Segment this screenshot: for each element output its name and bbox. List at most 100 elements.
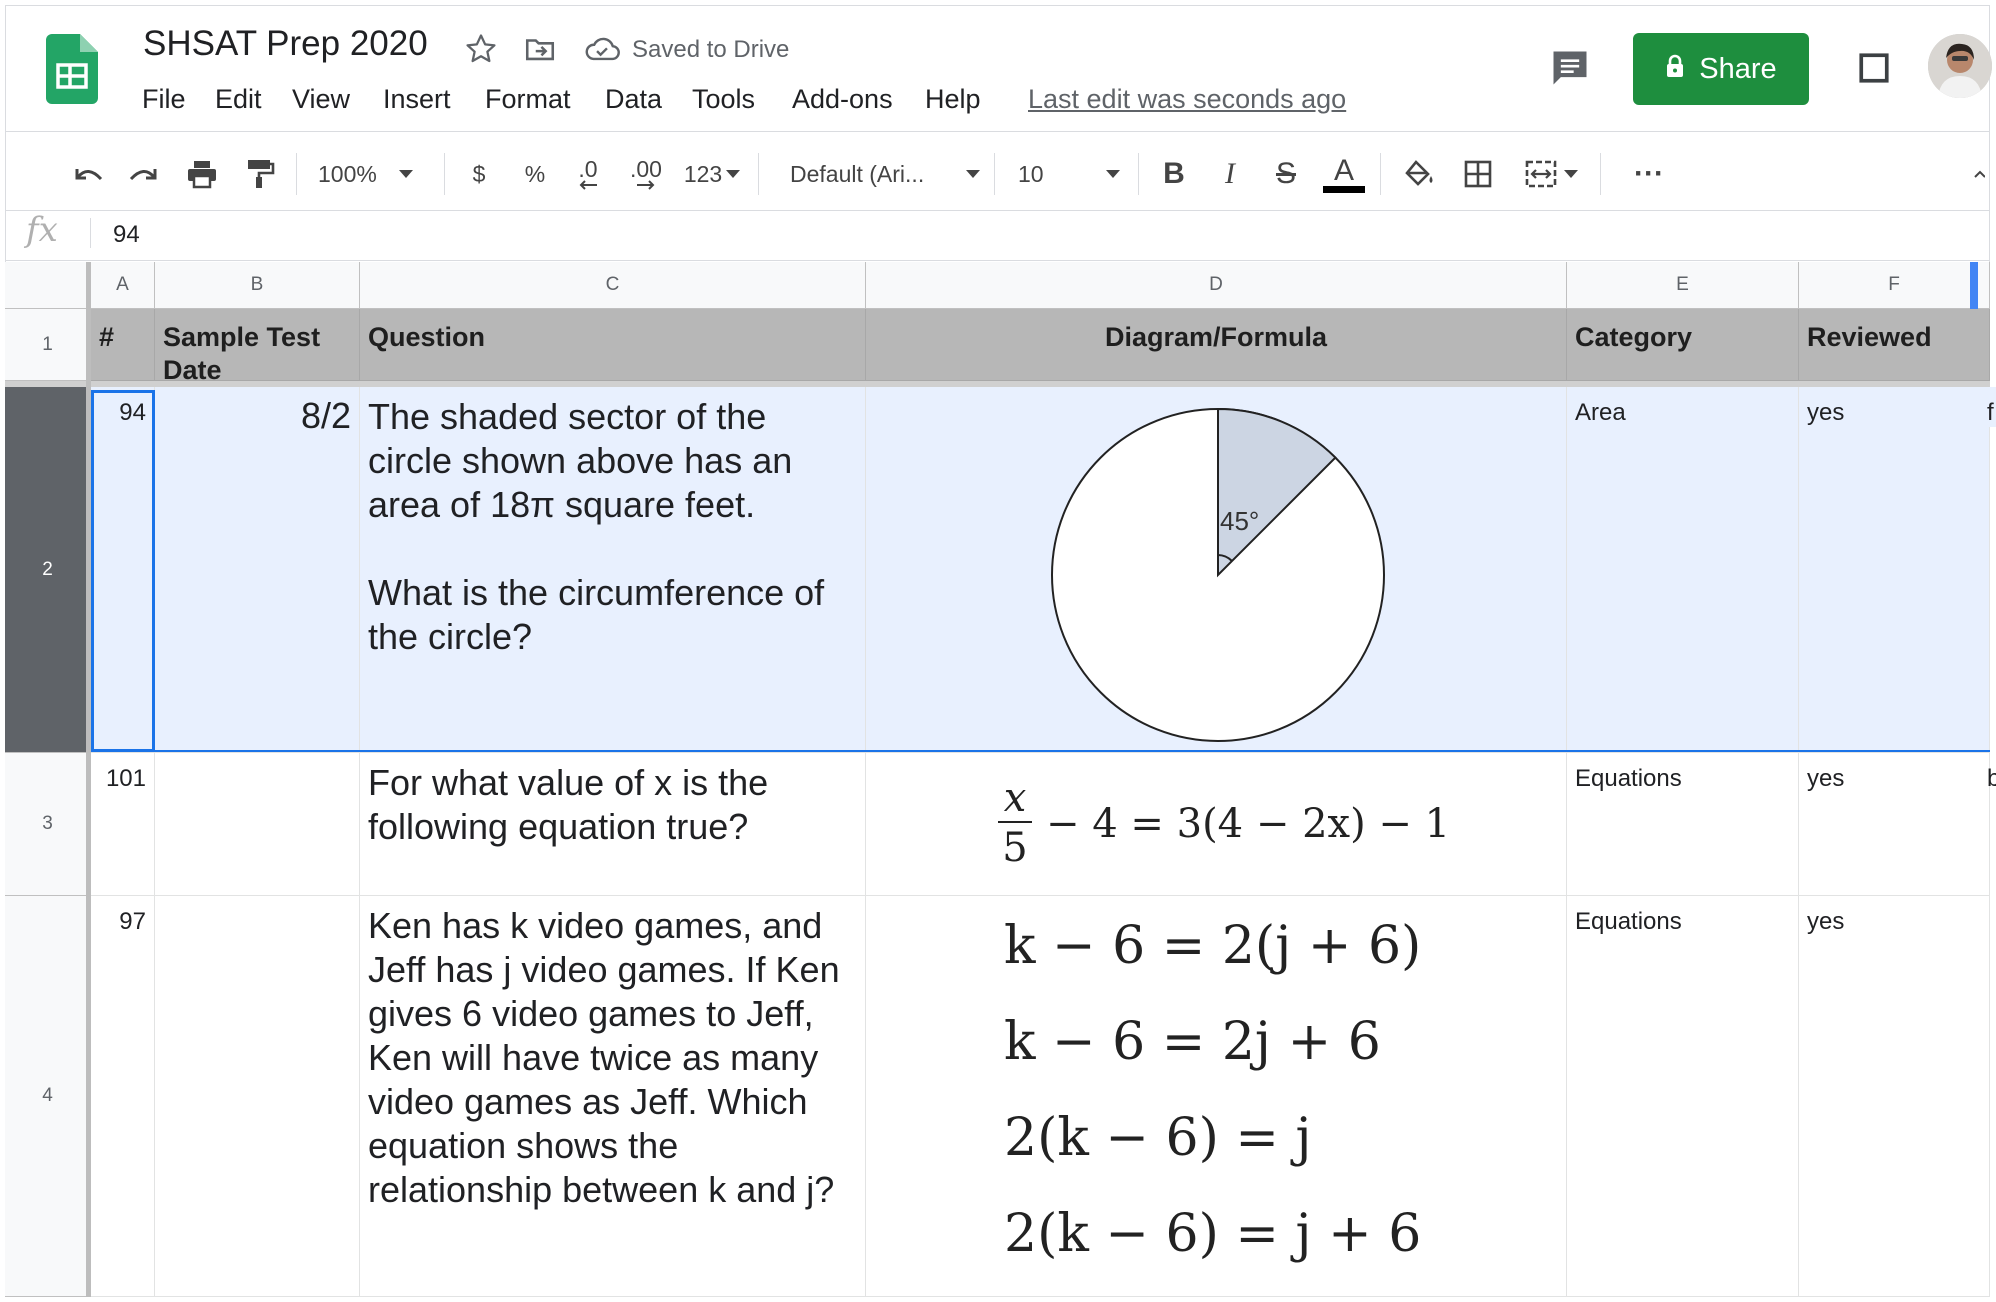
account-avatar[interactable] <box>1928 34 1992 98</box>
bold-button[interactable]: B <box>1154 150 1194 198</box>
cell-b1[interactable]: Sample Test Date <box>155 309 360 381</box>
cell-c1[interactable]: Question <box>360 309 866 381</box>
menu-addons[interactable]: Add-ons <box>792 84 893 115</box>
column-header-f[interactable]: F <box>1799 262 1990 309</box>
present-mode-icon[interactable] <box>1857 51 1891 85</box>
chevron-down-icon <box>966 170 980 178</box>
column-header-b[interactable]: B <box>155 262 360 309</box>
comment-history-icon[interactable] <box>1548 46 1592 90</box>
cell-f1[interactable]: Reviewed <box>1799 309 1990 381</box>
cell-b4[interactable] <box>155 896 360 1297</box>
menu-view[interactable]: View <box>292 84 350 115</box>
document-title[interactable]: SHSAT Prep 2020 <box>143 24 428 64</box>
zoom-select[interactable]: 100% <box>318 150 438 198</box>
cell-e1[interactable]: Category <box>1567 309 1799 381</box>
font-size-value: 10 <box>1018 160 1044 187</box>
cell-f4[interactable]: yes <box>1799 896 1990 1297</box>
cell-d1[interactable]: Diagram/Formula <box>866 309 1567 381</box>
column-header-d[interactable]: D <box>866 262 1567 309</box>
row-header-2[interactable]: 2 <box>5 387 91 753</box>
toolbar-divider <box>1380 153 1381 195</box>
italic-button[interactable]: I <box>1210 150 1250 198</box>
chevron-down-icon <box>1564 170 1578 178</box>
column-header-c[interactable]: C <box>360 262 866 309</box>
cell-b3[interactable] <box>155 753 360 896</box>
arrow-right-icon <box>635 180 657 190</box>
column-header-a[interactable]: A <box>91 262 155 309</box>
star-icon[interactable] <box>464 32 498 66</box>
selection-border <box>91 750 1990 752</box>
cell-f2[interactable]: yes <box>1799 387 1990 753</box>
cell-c3[interactable]: For what value of x is the following equ… <box>360 753 866 896</box>
font-size-select[interactable]: 10 <box>1018 150 1120 198</box>
fill-color-icon[interactable] <box>1398 150 1442 198</box>
row-header-1[interactable]: 1 <box>5 309 91 381</box>
merge-cells-icon <box>1524 159 1558 189</box>
borders-icon[interactable] <box>1456 150 1500 198</box>
format-currency-button[interactable]: $ <box>462 150 496 198</box>
cell-c2[interactable]: The shaded sector of the circle shown ab… <box>360 387 866 753</box>
formula-input[interactable]: 94 <box>113 221 140 249</box>
cell-g2-overflow[interactable]: f <box>1979 387 1996 427</box>
cell-d2[interactable]: 45° <box>866 387 1567 753</box>
last-edit-link[interactable]: Last edit was seconds ago <box>1028 84 1346 115</box>
cell-g3-overflow[interactable]: b <box>1979 753 1996 793</box>
paint-format-icon[interactable] <box>238 150 282 198</box>
fraction-denominator: 5 <box>1002 825 1028 871</box>
row-header-4[interactable]: 4 <box>5 896 91 1297</box>
text-color-swatch <box>1323 185 1365 193</box>
cell-c4[interactable]: Ken has k video games, and Jeff has j vi… <box>360 896 866 1297</box>
increase-decimal-button[interactable]: .00 <box>622 150 670 198</box>
more-formats-select[interactable]: 123 <box>680 150 744 198</box>
decrease-decimal-button[interactable]: .0 <box>568 150 608 198</box>
cell-d4[interactable]: k − 6 = 2(j + 6) k − 6 = 2j + 6 2(k − 6)… <box>866 896 1567 1297</box>
cell-a4[interactable]: 97 <box>91 896 155 1297</box>
cell-e3[interactable]: Equations <box>1567 753 1799 896</box>
equation-choice-4: 2(k − 6) = j + 6 <box>1004 1204 1422 1264</box>
collapse-toolbar-icon[interactable] <box>1970 150 1988 198</box>
cell-e4[interactable]: Equations <box>1567 896 1799 1297</box>
zoom-value: 100% <box>318 160 377 187</box>
undo-icon[interactable] <box>66 150 110 198</box>
equation-choice-3: 2(k − 6) = j <box>1004 1108 1312 1168</box>
chevron-down-icon <box>1106 170 1120 178</box>
circle-sector-diagram: 45° <box>1051 407 1385 742</box>
menu-tools[interactable]: Tools <box>692 84 755 115</box>
title-divider <box>5 131 1990 132</box>
cell-f3[interactable]: yes <box>1799 753 1990 896</box>
text-color-button[interactable]: A <box>1322 150 1366 198</box>
cell-d3[interactable]: x 5 − 4 = 3(4 − 2x) − 1 <box>866 753 1567 896</box>
menu-insert[interactable]: Insert <box>383 84 451 115</box>
toolbar-divider <box>758 153 759 195</box>
move-to-folder-icon[interactable] <box>523 32 557 66</box>
frozen-column-divider[interactable] <box>86 262 91 1297</box>
angle-label: 45° <box>1220 506 1259 536</box>
column-resize-handle[interactable] <box>1970 262 1978 309</box>
menu-format[interactable]: Format <box>485 84 571 115</box>
print-icon[interactable] <box>180 150 224 198</box>
redo-icon[interactable] <box>122 150 166 198</box>
menu-file[interactable]: File <box>142 84 186 115</box>
cell-e2[interactable]: Area <box>1567 387 1799 753</box>
menu-edit[interactable]: Edit <box>215 84 262 115</box>
format-percent-button[interactable]: % <box>518 150 552 198</box>
equation-choice-2: k − 6 = 2j + 6 <box>1004 1012 1381 1072</box>
menu-help[interactable]: Help <box>925 84 981 115</box>
cell-a2[interactable]: 94 <box>91 387 155 753</box>
more-options-button[interactable]: ··· <box>1624 150 1674 198</box>
font-family-select[interactable]: Default (Ari... <box>790 150 980 198</box>
cell-a3[interactable]: 101 <box>91 753 155 896</box>
cell-b2[interactable]: 8/2 <box>155 387 360 753</box>
row-header-3[interactable]: 3 <box>5 753 91 896</box>
lock-icon <box>1665 53 1685 86</box>
cell-a1[interactable]: # <box>91 309 155 381</box>
menu-data[interactable]: Data <box>605 84 662 115</box>
strikethrough-button[interactable]: S <box>1266 150 1306 198</box>
sheets-logo-icon[interactable] <box>46 34 98 104</box>
select-all-corner[interactable] <box>5 262 91 309</box>
column-header-e[interactable]: E <box>1567 262 1799 309</box>
merge-cells-select[interactable] <box>1516 150 1586 198</box>
share-button[interactable]: Share <box>1633 33 1809 105</box>
cloud-saved-icon <box>582 32 622 66</box>
increase-decimal-label: .00 <box>630 156 662 182</box>
